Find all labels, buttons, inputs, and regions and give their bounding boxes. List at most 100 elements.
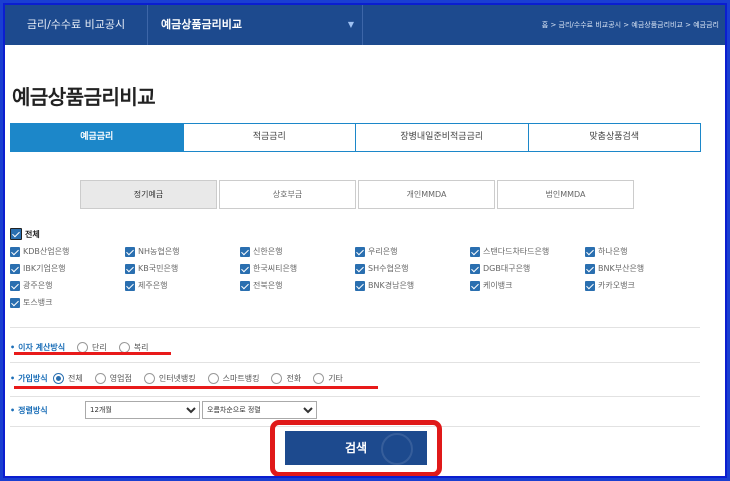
join-method-label: 가입방식 xyxy=(10,373,53,384)
bank-checkbox[interactable]: KB국민은행 xyxy=(125,260,240,277)
subtab-mutual-installment[interactable]: 상호부금 xyxy=(219,180,356,209)
bank-label: 카카오뱅크 xyxy=(598,281,635,290)
bank-label: 토스뱅크 xyxy=(23,298,53,307)
search-button[interactable]: 검색 xyxy=(285,431,427,465)
bank-checkbox[interactable]: IBK기업은행 xyxy=(10,260,125,277)
subtab-corporate-mmda[interactable]: 법인MMDA xyxy=(497,180,634,209)
checkbox-checked-icon[interactable] xyxy=(240,280,250,291)
bank-all-checkbox[interactable]: 전체 xyxy=(10,225,700,243)
bank-checkbox[interactable]: KDB산업은행 xyxy=(10,243,125,260)
bank-checkbox[interactable]: 광주은행 xyxy=(10,277,125,294)
radio-join-smart[interactable]: 스마트뱅킹 xyxy=(207,372,259,384)
divider xyxy=(10,327,700,328)
tab-custom-search[interactable]: 맞춤상품검색 xyxy=(527,124,700,151)
radio-unchecked-icon[interactable] xyxy=(77,341,88,353)
checkbox-checked-icon[interactable] xyxy=(125,263,135,274)
checkbox-checked-icon[interactable] xyxy=(10,228,22,240)
bank-label: 우리은행 xyxy=(368,247,398,256)
subtab-personal-mmda[interactable]: 개인MMDA xyxy=(358,180,495,209)
interest-calc-label: 이자 계산방식 xyxy=(10,342,77,353)
radio-label: 전체 xyxy=(68,373,83,383)
radio-simple-interest[interactable]: 단리 xyxy=(77,341,107,353)
bank-checkbox[interactable]: DGB대구은행 xyxy=(470,260,585,277)
radio-label: 단리 xyxy=(92,342,107,352)
bank-checkbox[interactable]: 신한은행 xyxy=(240,243,355,260)
checkbox-checked-icon[interactable] xyxy=(240,263,250,274)
radio-unchecked-icon[interactable] xyxy=(271,372,283,384)
checkbox-checked-icon[interactable] xyxy=(585,263,595,274)
bank-checkbox-grid: KDB산업은행 NH농협은행 신한은행 우리은행 스탠다드차타드은행 하나은행 … xyxy=(10,243,700,311)
bank-all-label: 전체 xyxy=(25,229,40,239)
bank-selection: 전체 KDB산업은행 NH농협은행 신한은행 우리은행 스탠다드차타드은행 하나… xyxy=(10,225,700,311)
period-select[interactable]: 12개월 xyxy=(85,401,200,419)
bank-checkbox[interactable]: 하나은행 xyxy=(585,243,700,260)
bank-label: 스탠다드차타드은행 xyxy=(483,247,550,256)
checkbox-checked-icon[interactable] xyxy=(125,246,135,257)
radio-unchecked-icon[interactable] xyxy=(143,372,155,384)
checkbox-checked-icon[interactable] xyxy=(125,280,135,291)
checkbox-checked-icon[interactable] xyxy=(585,246,595,257)
checkbox-checked-icon[interactable] xyxy=(240,246,250,257)
nav-menu-rate-disclosure[interactable]: 금리/수수료 비교공시 xyxy=(5,5,148,45)
bank-label: 제주은행 xyxy=(138,281,168,290)
radio-join-phone[interactable]: 전화 xyxy=(271,372,302,384)
radio-label: 전화 xyxy=(286,373,302,383)
radio-unchecked-icon[interactable] xyxy=(94,372,106,384)
checkbox-checked-icon[interactable] xyxy=(10,263,20,274)
page-title: 예금상품금리비교 xyxy=(12,85,156,109)
bank-checkbox[interactable]: BNK경남은행 xyxy=(355,277,470,294)
subtab-time-deposit[interactable]: 정기예금 xyxy=(80,180,217,209)
bank-checkbox[interactable]: 우리은행 xyxy=(355,243,470,260)
bank-checkbox[interactable]: 케이뱅크 xyxy=(470,277,585,294)
bank-checkbox[interactable]: 카카오뱅크 xyxy=(585,277,700,294)
page-frame: 금리/수수료 비교공시 예금상품금리비교 ▼ 홈 > 금리/수수료 비교공시 >… xyxy=(3,3,727,478)
bank-checkbox[interactable]: BNK부산은행 xyxy=(585,260,700,277)
bank-checkbox[interactable]: 스탠다드차타드은행 xyxy=(470,243,585,260)
checkbox-checked-icon[interactable] xyxy=(470,263,480,274)
bank-label: KB국민은행 xyxy=(138,264,179,273)
radio-join-internet[interactable]: 인터넷뱅킹 xyxy=(143,372,196,384)
checkbox-checked-icon[interactable] xyxy=(470,280,480,291)
radio-label: 인터넷뱅킹 xyxy=(158,373,196,383)
tab-savings-rate[interactable]: 적금금리 xyxy=(182,124,355,151)
radio-join-branch[interactable]: 영업점 xyxy=(94,372,132,384)
search-highlight-box: 검색 xyxy=(270,420,442,476)
checkbox-checked-icon[interactable] xyxy=(470,246,480,257)
radio-unchecked-icon[interactable] xyxy=(207,372,219,384)
tab-deposit-rate[interactable]: 예금금리 xyxy=(11,124,183,151)
bank-checkbox[interactable]: 한국씨티은행 xyxy=(240,260,355,277)
radio-unchecked-icon[interactable] xyxy=(118,341,130,353)
bank-checkbox[interactable]: SH수협은행 xyxy=(355,260,470,277)
bank-checkbox[interactable]: 제주은행 xyxy=(125,277,240,294)
checkbox-checked-icon[interactable] xyxy=(10,280,20,291)
bank-label: 케이뱅크 xyxy=(483,281,513,290)
radio-compound-interest[interactable]: 복리 xyxy=(118,341,149,353)
checkbox-checked-icon[interactable] xyxy=(355,263,365,274)
radio-join-all[interactable]: 전체 xyxy=(53,372,83,384)
search-button-label: 검색 xyxy=(344,441,368,455)
checkbox-checked-icon[interactable] xyxy=(585,280,595,291)
tab-soldier-savings-rate[interactable]: 장병내일준비적금금리 xyxy=(355,124,528,151)
breadcrumb: 홈 > 금리/수수료 비교공시 > 예금상품금리비교 > 예금금리 xyxy=(541,21,719,29)
bank-label: 한국씨티은행 xyxy=(253,264,298,273)
checkbox-checked-icon[interactable] xyxy=(10,246,20,257)
bank-checkbox[interactable]: 전북은행 xyxy=(240,277,355,294)
order-select[interactable]: 오름차순으로 정렬 xyxy=(202,401,317,419)
bank-label: IBK기업은행 xyxy=(23,264,66,273)
highlight-underline xyxy=(14,352,171,355)
bank-label: 하나은행 xyxy=(598,247,628,256)
checkbox-checked-icon[interactable] xyxy=(10,297,20,308)
radio-checked-icon[interactable] xyxy=(53,372,64,384)
checkbox-checked-icon[interactable] xyxy=(355,246,365,257)
nav-menu-deposit-compare[interactable]: 예금상품금리비교 ▼ xyxy=(148,5,363,45)
divider xyxy=(10,362,700,363)
chevron-down-icon[interactable]: ▼ xyxy=(348,5,354,45)
bank-checkbox[interactable]: NH농협은행 xyxy=(125,243,240,260)
checkbox-checked-icon[interactable] xyxy=(355,280,365,291)
bank-checkbox[interactable]: 토스뱅크 xyxy=(10,294,125,311)
bank-label: NH농협은행 xyxy=(138,247,180,256)
sub-tabs: 정기예금 상호부금 개인MMDA 법인MMDA xyxy=(80,180,634,209)
radio-unchecked-icon[interactable] xyxy=(313,372,325,384)
radio-join-etc[interactable]: 기타 xyxy=(313,372,343,384)
radio-label: 복리 xyxy=(133,342,149,352)
